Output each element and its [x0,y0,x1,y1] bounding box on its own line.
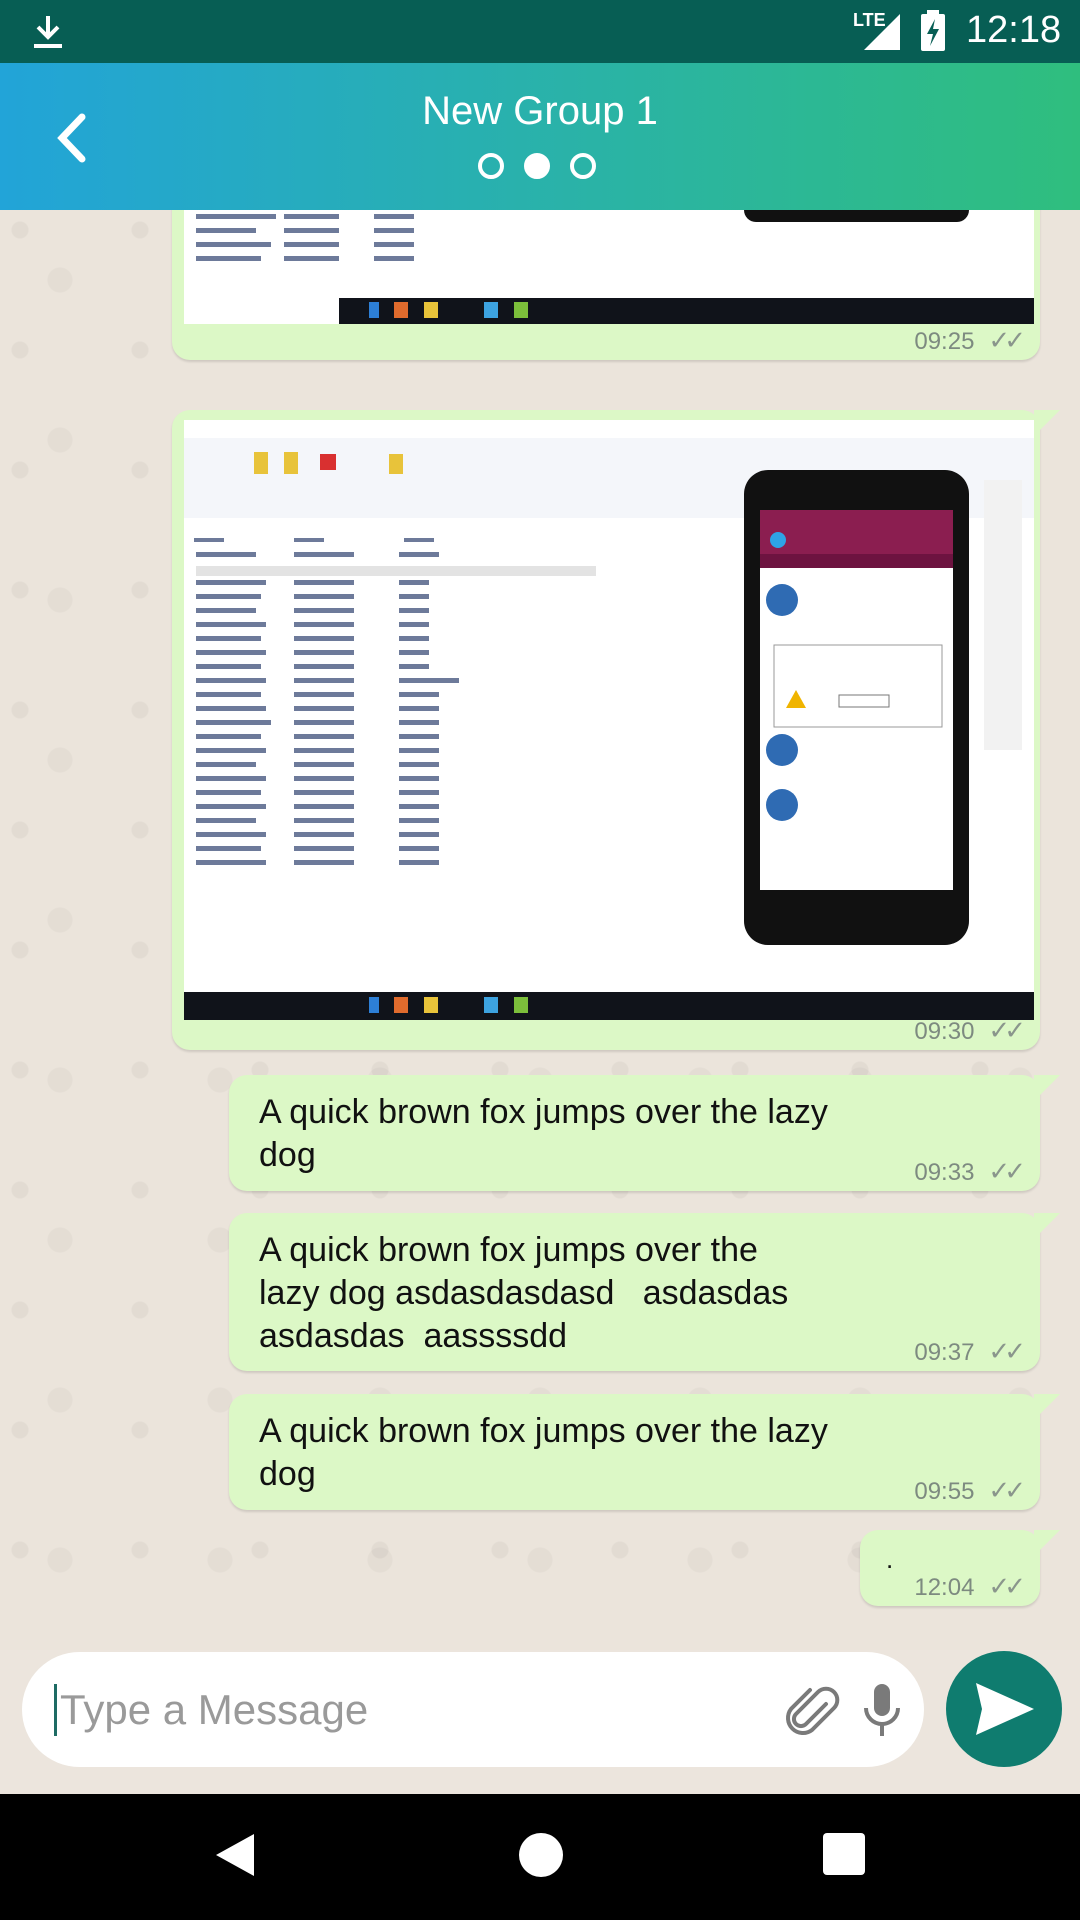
app-bar: New Group 1 [0,63,1080,210]
screenshot-image[interactable] [184,420,1034,1020]
read-receipt-icon: ✓✓ [988,1156,1025,1186]
read-receipt-icon: ✓✓ [988,1571,1025,1601]
message-text: A quick brown fox jumps over the lazy do… [259,1093,828,1174]
read-receipt-icon: ✓✓ [988,1336,1025,1366]
system-nav-bar [0,1794,1080,1920]
screenshot-image[interactable] [184,210,1034,324]
read-receipt-icon: ✓✓ [988,1475,1025,1505]
message-meta: 12:04 ✓✓ [914,1571,1026,1602]
message-time: 09:37 [914,1339,975,1366]
text-message[interactable]: A quick brown fox jumps over the lazy do… [229,1213,1060,1371]
message-time: 09:25 [914,328,975,355]
nav-back-icon[interactable] [214,1832,256,1878]
send-button[interactable] [946,1651,1062,1767]
text-message[interactable]: . 12:04 ✓✓ [860,1530,1060,1606]
battery-charging-icon [921,10,945,51]
message-time: 09:55 [914,1478,975,1505]
message-text: A quick brown fox jumps over the lazy do… [259,1231,789,1355]
signal-icon [864,14,900,50]
text-message[interactable]: A quick brown fox jumps over the lazy do… [229,1075,1060,1191]
microphone-icon[interactable] [860,1682,904,1738]
image-message[interactable]: 09:30 ✓✓ [172,410,1060,1050]
message-input[interactable] [60,1674,760,1746]
page-dot-3 [570,153,596,179]
nav-home-icon[interactable] [519,1833,563,1877]
read-receipt-icon: ✓✓ [988,325,1025,355]
message-meta: 09:37 ✓✓ [914,1336,1026,1367]
message-text: A quick brown fox jumps over the lazy do… [259,1412,828,1493]
image-message[interactable]: 09:25 ✓✓ [172,210,1040,360]
message-meta: 09:55 ✓✓ [914,1475,1026,1506]
message-meta: 09:30 ✓✓ [914,1015,1026,1046]
chat-area[interactable]: 09:25 ✓✓ 09:30 ✓✓ A quick brown fox jump… [0,210,1080,1650]
read-receipt-icon: ✓✓ [988,1015,1025,1045]
page-dot-1 [478,153,504,179]
status-time: 12:18 [966,9,1062,51]
page-dot-2-active [524,153,550,179]
text-message[interactable]: A quick brown fox jumps over the lazy do… [229,1394,1060,1510]
message-time: 09:33 [914,1159,975,1186]
paperclip-icon[interactable] [784,1682,840,1738]
message-text: . [886,1544,894,1574]
chat-title[interactable]: New Group 1 [0,89,1080,134]
send-icon [976,1683,1034,1735]
message-time: 12:04 [914,1574,975,1601]
text-cursor [54,1684,57,1736]
message-composer [22,1652,924,1767]
nav-recents-icon[interactable] [823,1833,865,1875]
message-time: 09:30 [914,1018,975,1045]
message-meta: 09:33 ✓✓ [914,1156,1026,1187]
status-bar: LTE 12:18 [0,0,1080,63]
page-indicator [478,149,603,179]
download-icon [34,16,62,48]
message-meta: 09:25 ✓✓ [914,325,1026,356]
